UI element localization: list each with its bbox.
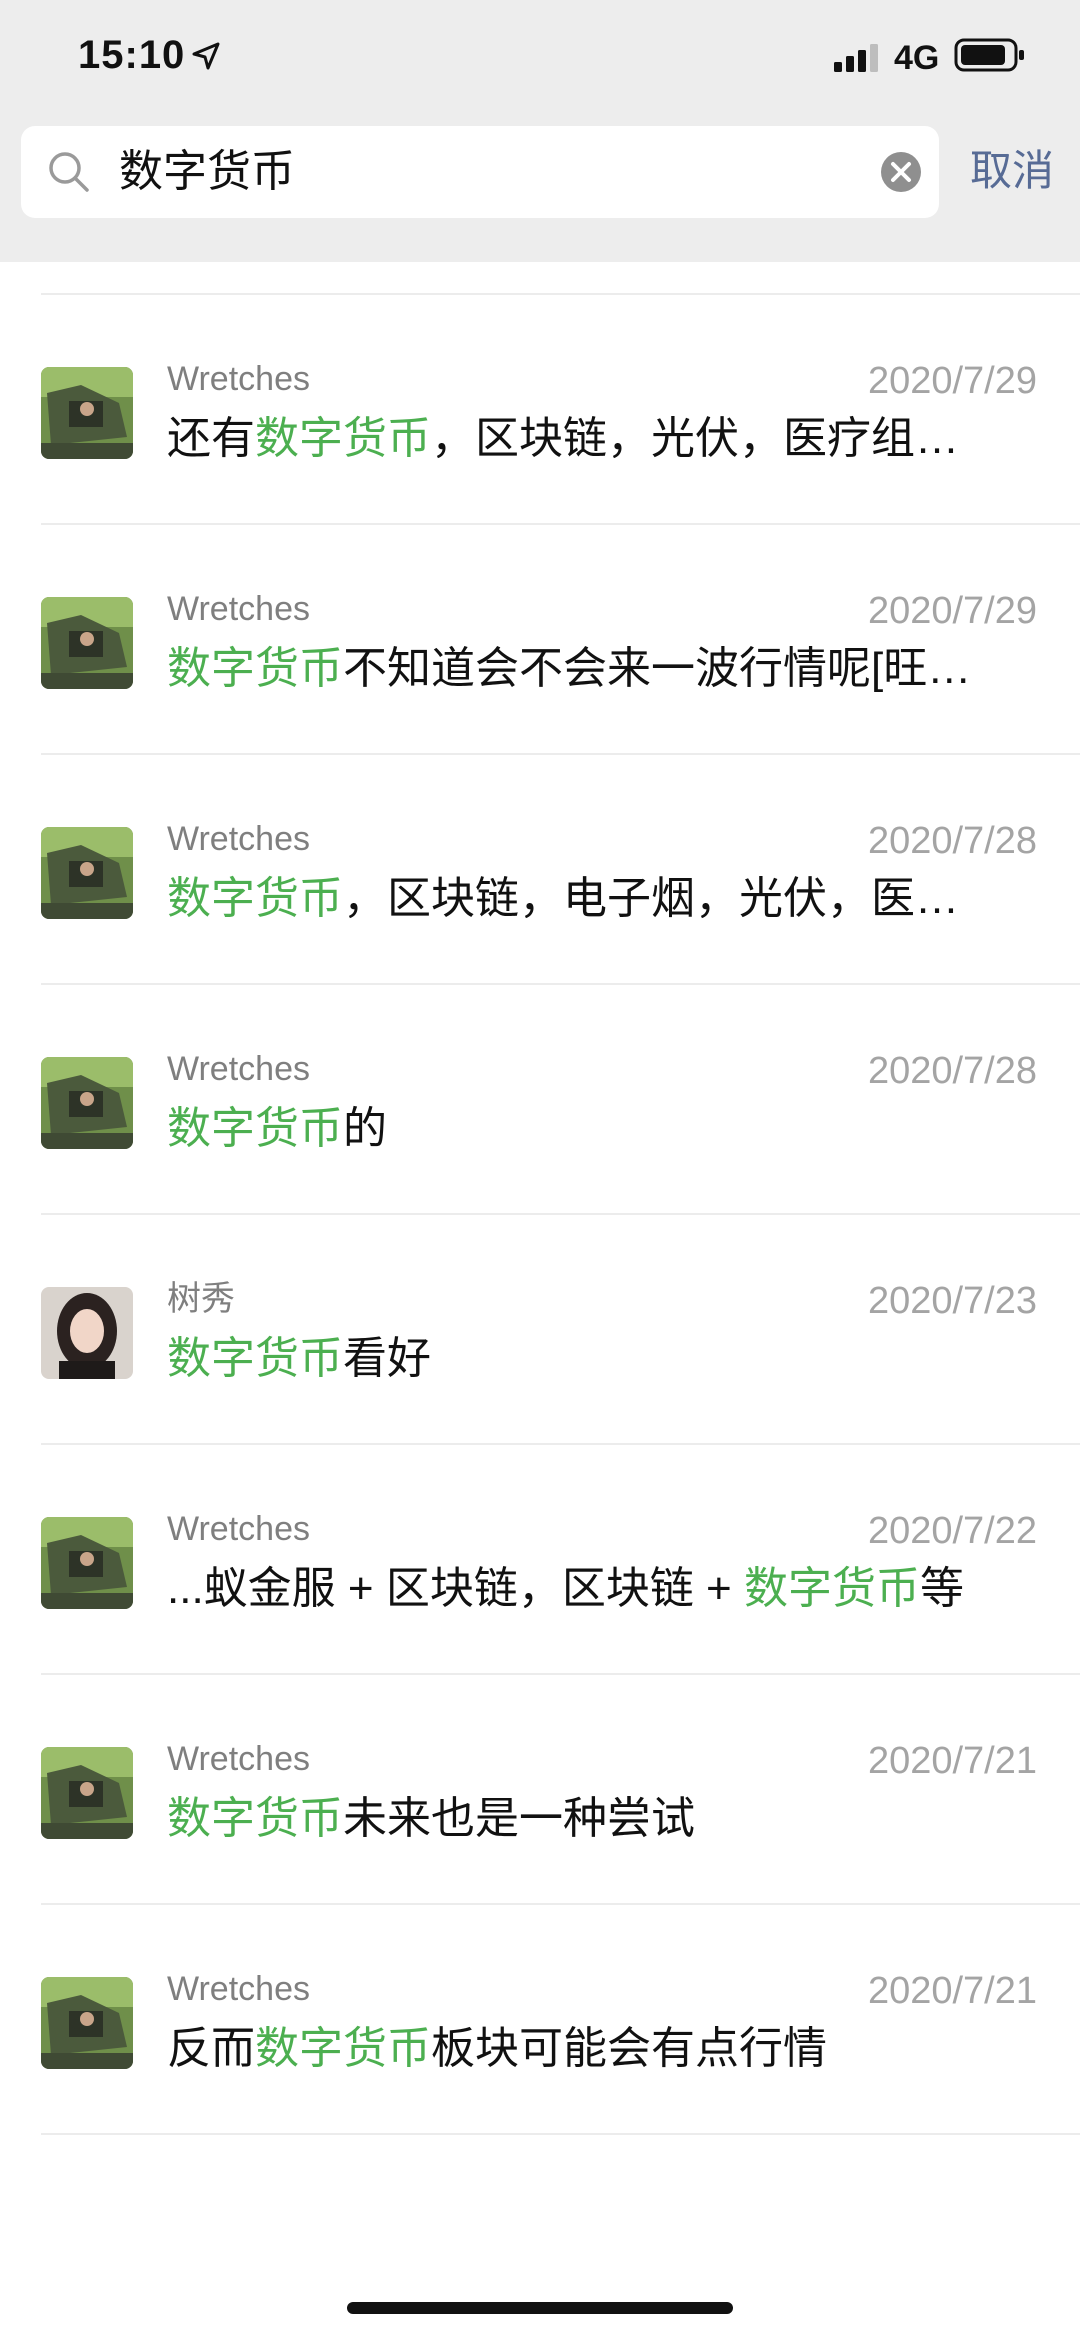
- avatar[interactable]: [41, 1287, 133, 1379]
- highlight-keyword: 数字货币: [255, 414, 431, 463]
- result-row[interactable]: Wretches 2020/7/29 还有数字货币，区块链，光伏，医疗组…: [0, 295, 1080, 525]
- message-date: 2020/7/29: [867, 360, 1037, 402]
- clear-icon[interactable]: [879, 150, 923, 194]
- result-row[interactable]: 树秀 2020/7/23 数字货币看好: [0, 1215, 1080, 1445]
- cancel-button[interactable]: 取消: [970, 141, 1054, 201]
- result-row[interactable]: Wretches 2020/7/22 ...蚁金服 + 区块链，区块链 + 数字货币…: [0, 1445, 1080, 1675]
- sender-name: Wretches: [167, 1510, 310, 1548]
- location-arrow-icon: [192, 42, 220, 70]
- avatar[interactable]: [41, 1747, 133, 1839]
- message-snippet: 还有数字货币，区块链，光伏，医疗组…: [167, 409, 1017, 469]
- avatar[interactable]: [41, 827, 133, 919]
- message-snippet: 数字货币，区块链，电子烟，光伏，医…: [167, 869, 1017, 929]
- message-text: 不知道会不会来一波行情呢[旺…: [343, 644, 972, 693]
- message-text: 板块可能会有点行情: [431, 2024, 827, 2073]
- sender-name: 树秀: [167, 1280, 235, 1318]
- home-indicator[interactable]: [347, 2302, 733, 2314]
- top-header: 15:10 4G 数字货币 取消: [0, 0, 1080, 262]
- message-date: 2020/7/28: [867, 1050, 1037, 1092]
- message-text: 反而: [167, 2024, 255, 2073]
- search-icon: [49, 152, 89, 192]
- message-text: ，区块链，光伏，医疗组…: [431, 414, 959, 463]
- message-snippet: 反而数字货币板块可能会有点行情: [167, 2019, 1017, 2079]
- avatar[interactable]: [41, 367, 133, 459]
- avatar[interactable]: [41, 1977, 133, 2069]
- message-snippet: ...蚁金服 + 区块链，区块链 + 数字货币等: [167, 1559, 1017, 1619]
- message-date: 2020/7/29: [867, 590, 1037, 632]
- row-divider: [41, 2133, 1080, 2135]
- message-date: 2020/7/23: [867, 1280, 1037, 1322]
- search-bar[interactable]: 数字货币: [21, 126, 939, 218]
- message-snippet: 数字货币不知道会不会来一波行情呢[旺…: [167, 639, 1017, 699]
- result-row[interactable]: Wretches 2020/7/28 数字货币的: [0, 985, 1080, 1215]
- result-row[interactable]: Wretches 2020/7/29 数字货币不知道会不会来一波行情呢[旺…: [0, 525, 1080, 755]
- message-date: 2020/7/22: [867, 1510, 1037, 1552]
- highlight-keyword: 数字货币: [167, 1334, 343, 1383]
- message-snippet: 数字货币看好: [167, 1329, 1017, 1389]
- sender-name: Wretches: [167, 1050, 310, 1088]
- sender-name: Wretches: [167, 360, 310, 398]
- network-type: 4G: [894, 39, 940, 77]
- result-row[interactable]: Wretches 2020/7/21 数字货币未来也是一种尝试: [0, 1675, 1080, 1905]
- avatar[interactable]: [41, 597, 133, 689]
- highlight-keyword: 数字货币: [167, 874, 343, 923]
- result-row[interactable]: Wretches 2020/7/21 反而数字货币板块可能会有点行情: [0, 1905, 1080, 2135]
- message-text: 还有: [167, 414, 255, 463]
- message-text: 看好: [343, 1334, 431, 1383]
- highlight-keyword: 数字货币: [743, 1564, 920, 1613]
- result-row[interactable]: Wretches 2020/7/28 数字货币，区块链，电子烟，光伏，医…: [0, 755, 1080, 985]
- avatar[interactable]: [41, 1057, 133, 1149]
- status-bar: 15:10 4G: [0, 0, 1080, 120]
- message-date: 2020/7/21: [867, 1740, 1037, 1782]
- message-text: ，区块链，电子烟，光伏，医…: [343, 874, 959, 923]
- sender-name: Wretches: [167, 590, 310, 628]
- sender-name: Wretches: [167, 1740, 310, 1778]
- highlight-keyword: 数字货币: [255, 2024, 431, 2073]
- message-text: 的: [343, 1104, 387, 1153]
- highlight-keyword: 数字货币: [167, 1794, 343, 1843]
- message-snippet: 数字货币未来也是一种尝试: [167, 1789, 1017, 1849]
- message-text: 未来也是一种尝试: [343, 1794, 695, 1843]
- status-time: 15:10: [78, 33, 186, 77]
- message-text: ...蚁金服 + 区块链，区块链 +: [167, 1564, 744, 1613]
- battery-icon: [954, 38, 1024, 72]
- sender-name: Wretches: [167, 1970, 310, 2008]
- search-input[interactable]: 数字货币: [119, 142, 295, 202]
- message-text: 等: [919, 1564, 964, 1613]
- message-date: 2020/7/21: [867, 1970, 1037, 2012]
- avatar[interactable]: [41, 1517, 133, 1609]
- sender-name: Wretches: [167, 820, 310, 858]
- message-snippet: 数字货币的: [167, 1099, 1017, 1159]
- message-date: 2020/7/28: [867, 820, 1037, 862]
- highlight-keyword: 数字货币: [167, 1104, 343, 1153]
- highlight-keyword: 数字货币: [167, 644, 343, 693]
- signal-bars-icon: [834, 44, 878, 72]
